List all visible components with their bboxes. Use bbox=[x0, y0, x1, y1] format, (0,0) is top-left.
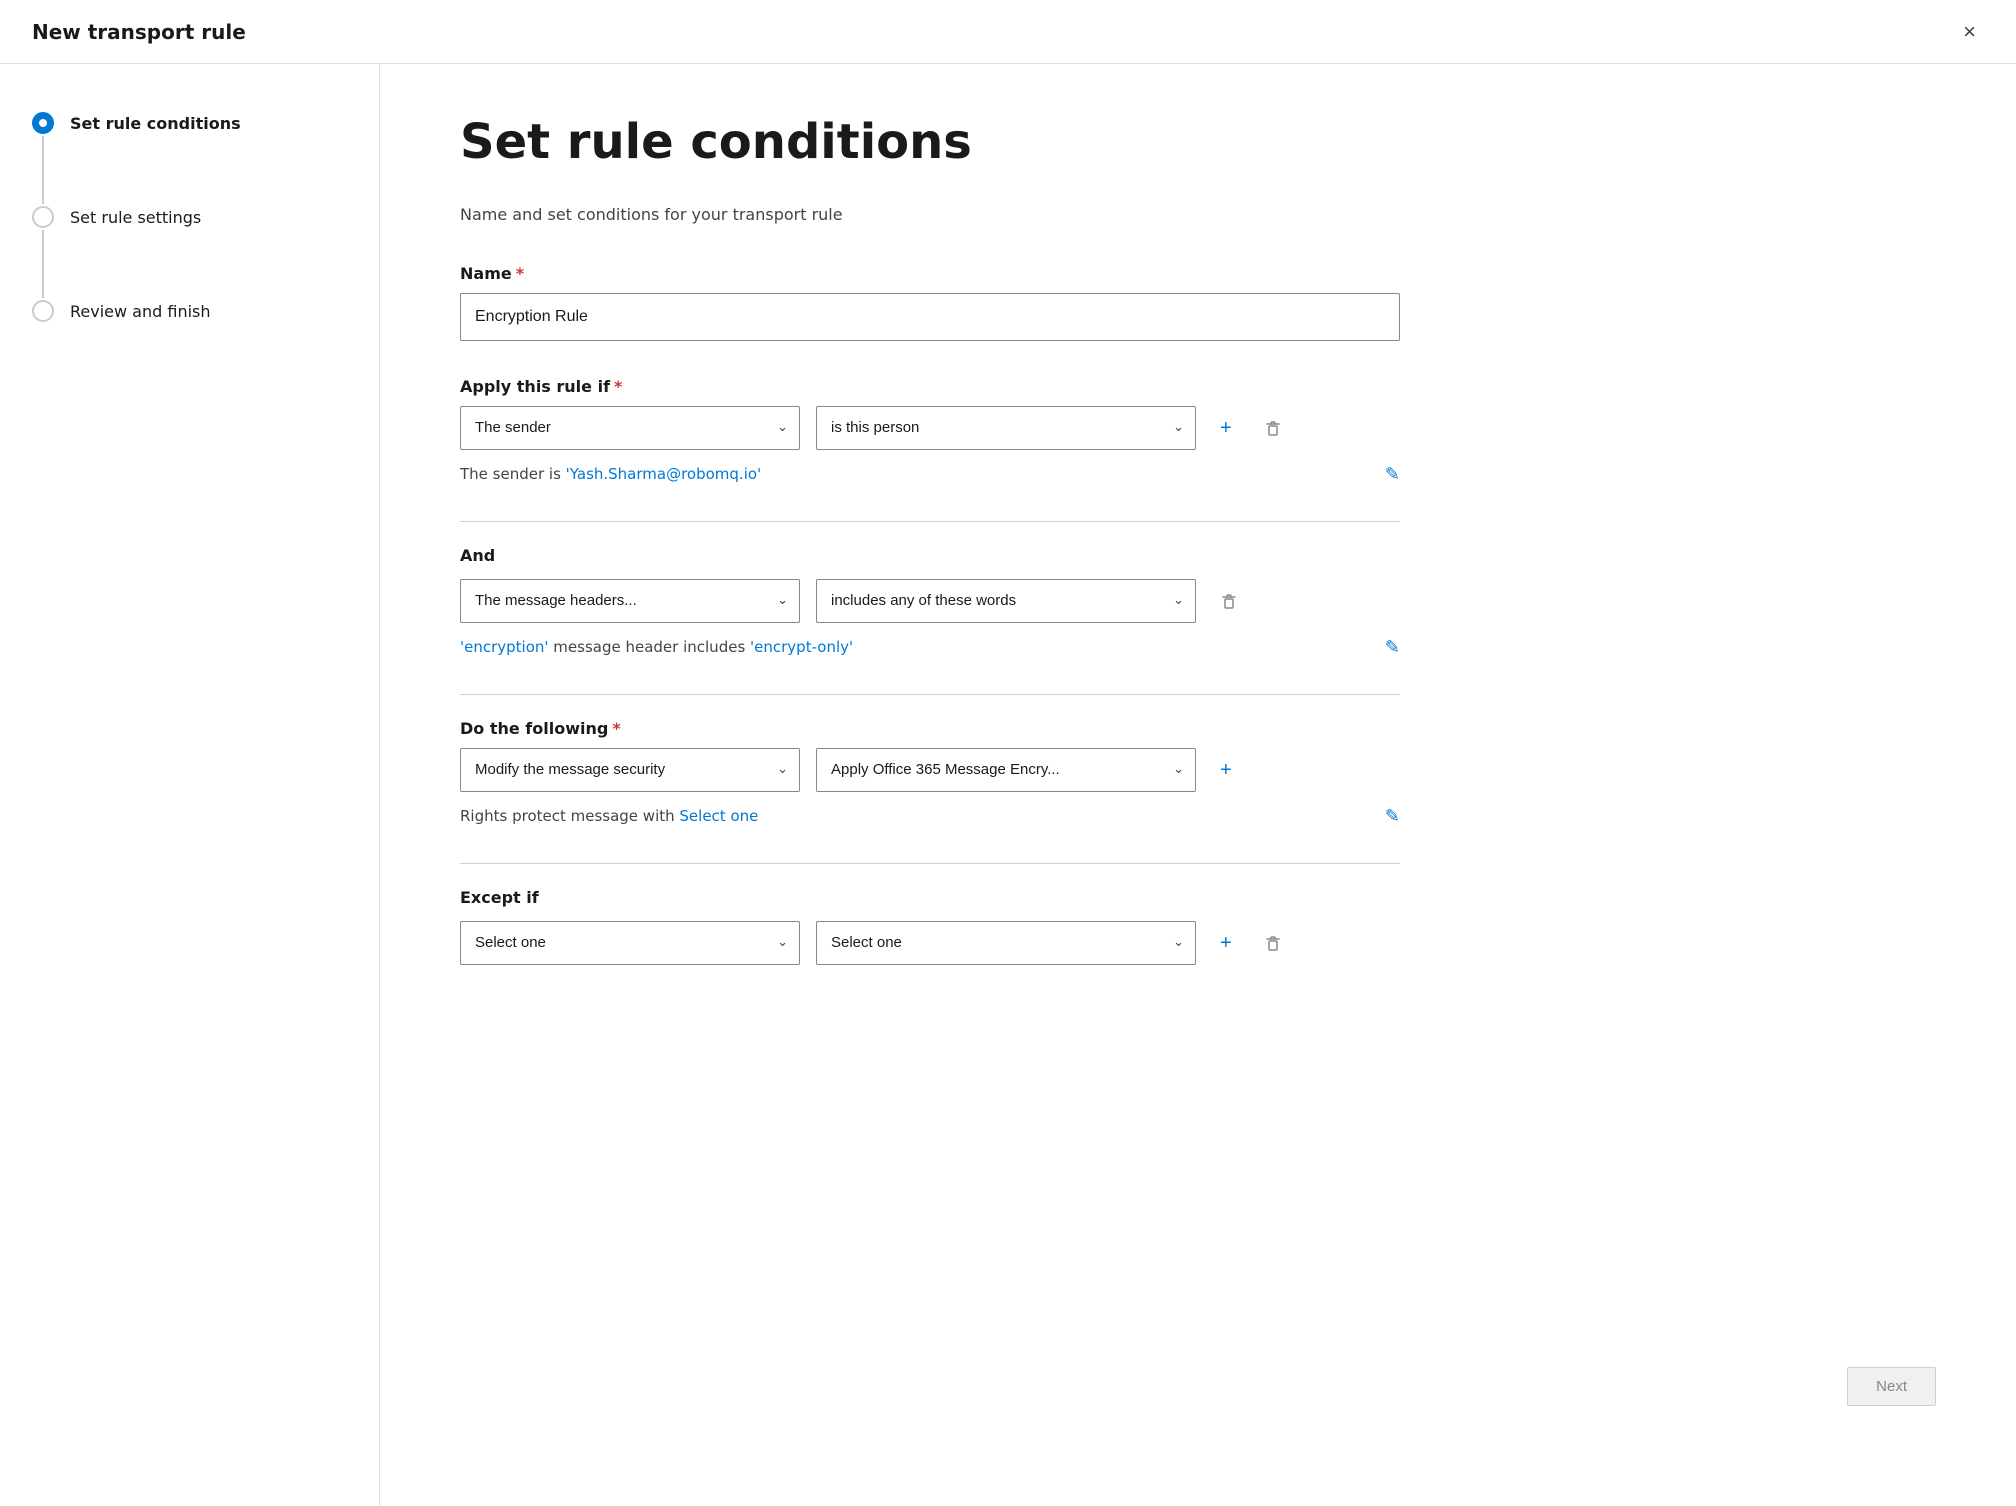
do-following-star: * bbox=[612, 719, 620, 738]
window-title: New transport rule bbox=[32, 20, 246, 44]
except-if-row: Select one The sender The recipient ⌄ Se… bbox=[460, 921, 1936, 965]
page-heading: Set rule conditions bbox=[460, 116, 1936, 169]
sender-dropdown[interactable]: The sender The recipient The subject The… bbox=[460, 406, 800, 450]
step-circle-1 bbox=[32, 112, 54, 134]
except-if-label: Except if bbox=[460, 888, 1936, 907]
header-edit-icon[interactable]: ✎ bbox=[1385, 637, 1400, 658]
step-item-set-rule-conditions: Set rule conditions bbox=[32, 112, 347, 206]
step-connector-2 bbox=[32, 206, 54, 300]
apply-rule-group: Apply this rule if * The sender The reci… bbox=[460, 377, 1936, 485]
sender-detail-row: The sender is 'Yash.Sharma@robomq.io' ✎ bbox=[460, 464, 1400, 485]
action-condition-dropdown-wrapper: Apply Office 365 Message Encry... Apply … bbox=[816, 748, 1196, 792]
action-dropdown-wrapper: Modify the message security Redirect the… bbox=[460, 748, 800, 792]
condition-dropdown[interactable]: is this person is a member of domain is bbox=[816, 406, 1196, 450]
do-following-group: Do the following * Modify the message se… bbox=[460, 719, 1936, 827]
name-field-group: Name * bbox=[460, 264, 1936, 341]
apply-rule-row: The sender The recipient The subject The… bbox=[460, 406, 1936, 450]
rights-protect-row: Rights protect message with Select one ✎ bbox=[460, 806, 1400, 827]
step-label-3: Review and finish bbox=[70, 300, 211, 323]
name-required-star: * bbox=[516, 264, 524, 283]
except-if-group: Except if Select one The sender The reci… bbox=[460, 888, 1936, 965]
main-layout: Set rule conditions Set rule settings Re… bbox=[0, 64, 2016, 1506]
action-condition-dropdown[interactable]: Apply Office 365 Message Encry... Apply … bbox=[816, 748, 1196, 792]
headers-condition-dropdown-wrapper: includes any of these words contains mat… bbox=[816, 579, 1196, 623]
divider-1 bbox=[460, 521, 1400, 522]
close-button[interactable]: × bbox=[1955, 17, 1984, 47]
divider-2 bbox=[460, 694, 1400, 695]
and-label: And bbox=[460, 546, 1936, 565]
content-area: Set rule conditions Name and set conditi… bbox=[380, 64, 2016, 1506]
trash-icon bbox=[1264, 419, 1282, 437]
step-item-set-rule-settings: Set rule settings bbox=[32, 206, 347, 300]
action-dropdown[interactable]: Modify the message security Redirect the… bbox=[460, 748, 800, 792]
do-following-row: Modify the message security Redirect the… bbox=[460, 748, 1936, 792]
sender-dropdown-wrapper: The sender The recipient The subject The… bbox=[460, 406, 800, 450]
do-following-label: Do the following * bbox=[460, 719, 1936, 738]
header-detail-text: 'encryption' message header includes 'en… bbox=[460, 638, 853, 656]
except-condition-dropdown-wrapper: Select one is this person domain is ⌄ bbox=[816, 921, 1196, 965]
rights-protect-link[interactable]: Select one bbox=[679, 807, 758, 825]
trash-icon-3 bbox=[1264, 934, 1282, 952]
step-circle-2 bbox=[32, 206, 54, 228]
sidebar: Set rule conditions Set rule settings Re… bbox=[0, 64, 380, 1506]
step-item-review-and-finish: Review and finish bbox=[32, 300, 347, 323]
delete-condition-button[interactable] bbox=[1256, 415, 1290, 441]
step-list: Set rule conditions Set rule settings Re… bbox=[32, 112, 347, 323]
name-label: Name * bbox=[460, 264, 1936, 283]
step-circle-3 bbox=[32, 300, 54, 322]
name-input[interactable] bbox=[460, 293, 1400, 341]
trash-icon-2 bbox=[1220, 592, 1238, 610]
divider-3 bbox=[460, 863, 1400, 864]
delete-and-condition-button[interactable] bbox=[1212, 588, 1246, 614]
step-label-2: Set rule settings bbox=[70, 206, 201, 229]
sender-email-link[interactable]: 'Yash.Sharma@robomq.io' bbox=[566, 465, 762, 483]
step-connector-1 bbox=[32, 112, 54, 206]
next-button[interactable]: Next bbox=[1847, 1367, 1936, 1406]
step-connector-3 bbox=[32, 300, 54, 322]
sender-edit-icon[interactable]: ✎ bbox=[1385, 464, 1400, 485]
add-except-button[interactable]: + bbox=[1212, 929, 1240, 957]
headers-condition-dropdown[interactable]: includes any of these words contains mat… bbox=[816, 579, 1196, 623]
apply-rule-star: * bbox=[614, 377, 622, 396]
add-action-button[interactable]: + bbox=[1212, 756, 1240, 784]
rights-protect-text: Rights protect message with Select one bbox=[460, 807, 758, 825]
headers-dropdown-wrapper: The message headers... The subject The s… bbox=[460, 579, 800, 623]
rights-protect-edit-icon[interactable]: ✎ bbox=[1385, 806, 1400, 827]
except-dropdown-wrapper: Select one The sender The recipient ⌄ bbox=[460, 921, 800, 965]
except-condition-dropdown[interactable]: Select one is this person domain is bbox=[816, 921, 1196, 965]
add-condition-button[interactable]: + bbox=[1212, 414, 1240, 442]
condition-dropdown-wrapper: is this person is a member of domain is … bbox=[816, 406, 1196, 450]
title-bar: New transport rule × bbox=[0, 0, 2016, 64]
except-dropdown[interactable]: Select one The sender The recipient bbox=[460, 921, 800, 965]
step-line-1 bbox=[42, 136, 44, 204]
page-subtitle: Name and set conditions for your transpo… bbox=[460, 205, 1936, 224]
step-label-1: Set rule conditions bbox=[70, 112, 241, 135]
encrypt-only-link[interactable]: 'encrypt-only' bbox=[750, 638, 853, 656]
headers-dropdown[interactable]: The message headers... The subject The s… bbox=[460, 579, 800, 623]
header-word-link[interactable]: 'encryption' bbox=[460, 638, 549, 656]
and-group: And The message headers... The subject T… bbox=[460, 546, 1936, 658]
sender-detail-text: The sender is 'Yash.Sharma@robomq.io' bbox=[460, 465, 761, 483]
and-row: The message headers... The subject The s… bbox=[460, 579, 1936, 623]
header-detail-row: 'encryption' message header includes 'en… bbox=[460, 637, 1400, 658]
step-line-2 bbox=[42, 230, 44, 298]
delete-except-button[interactable] bbox=[1256, 930, 1290, 956]
apply-rule-label: Apply this rule if * bbox=[460, 377, 1936, 396]
